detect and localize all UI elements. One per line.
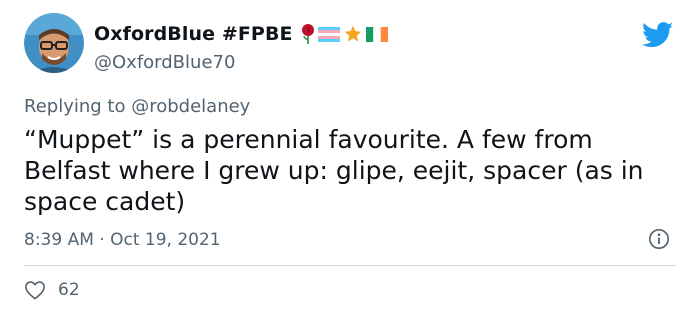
trans-flag-icon: [317, 26, 340, 42]
twitter-bird-icon[interactable]: [642, 22, 674, 48]
tweet-text: “Muppet” is a perennial favourite. A few…: [24, 125, 644, 216]
author-display-name[interactable]: OxfordBlue #FPBE: [94, 23, 293, 45]
like-action[interactable]: 62: [24, 280, 80, 300]
divider: [24, 265, 676, 266]
tweet-card: OxfordBlue #FPBE @OxfordBlue70 Replying …: [0, 0, 700, 319]
avatar[interactable]: [24, 13, 84, 73]
tweet-timestamp[interactable]: 8:39 AM · Oct 19, 2021: [24, 230, 221, 250]
heart-icon: [25, 281, 45, 300]
author-handle[interactable]: @OxfordBlue70: [94, 52, 235, 73]
timestamp-separator: ·: [99, 230, 105, 250]
star-icon: [344, 25, 361, 42]
reply-prefix: Replying to: [24, 96, 126, 117]
reply-mention-link[interactable]: @robdelaney: [131, 96, 250, 117]
name-emojis: [301, 23, 388, 45]
author-name-row: OxfordBlue #FPBE: [94, 21, 388, 47]
ireland-flag-icon: [365, 26, 388, 42]
rose-icon: [301, 24, 314, 44]
tweet-date: Oct 19, 2021: [110, 230, 221, 250]
like-count: 62: [58, 280, 80, 300]
reply-context: Replying to @robdelaney: [24, 96, 250, 117]
info-icon[interactable]: [648, 228, 670, 250]
tweet-time: 8:39 AM: [24, 230, 94, 250]
